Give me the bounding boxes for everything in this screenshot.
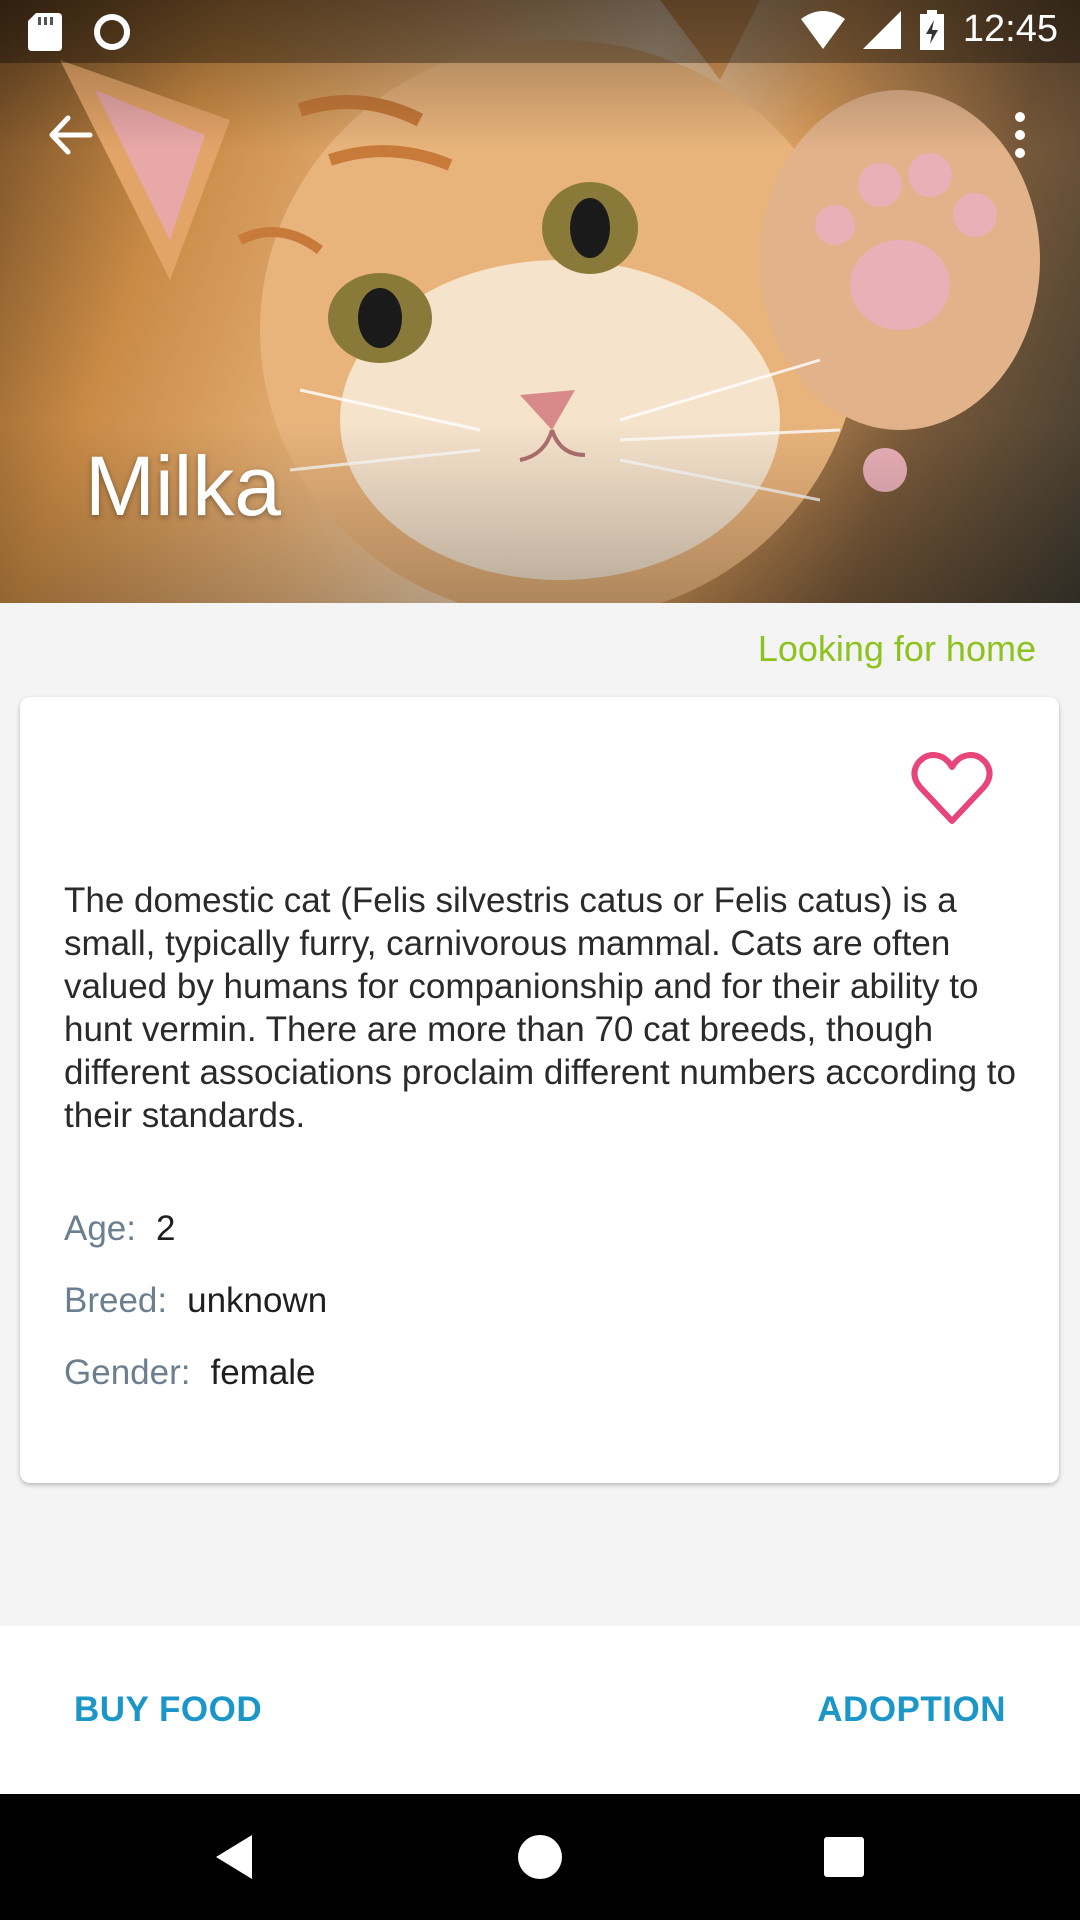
nav-home-icon[interactable] [510,1827,570,1887]
adoption-status-label: Looking for home [757,628,1036,669]
pet-description: The domestic cat (Felis silvestris catus… [64,881,1016,1135]
arrow-back-icon[interactable] [40,105,100,165]
pet-name-title: Milka [85,439,282,533]
sd-card-icon [28,13,62,51]
sync-icon [94,14,130,50]
navigation-bar [0,1794,1080,1920]
cat-photo-header: 12:45 Milka [0,0,1080,603]
detail-gender-value: female [210,1353,316,1392]
status-time: 12:45 [962,8,1058,50]
nav-back-icon[interactable] [206,1827,266,1887]
detail-breed: Breed: unknown [64,1281,327,1321]
wifi-icon [800,10,845,49]
detail-breed-label: Breed: [64,1281,168,1320]
detail-breed-value: unknown [187,1281,328,1320]
adoption-button[interactable]: ADOPTION [817,1690,1006,1730]
detail-age-label: Age: [64,1209,136,1248]
action-bar: BUY FOOD ADOPTION [0,1626,1080,1794]
detail-age-value: 2 [156,1209,176,1248]
signal-icon [862,10,901,49]
detail-age: Age: 2 [64,1209,175,1249]
buy-food-button[interactable]: BUY FOOD [74,1690,262,1730]
nav-recents-icon[interactable] [814,1827,874,1887]
battery-charging-icon [919,9,944,50]
status-bar: 12:45 [0,0,1080,63]
heart-outline-icon[interactable] [910,747,994,831]
detail-gender-label: Gender: [64,1353,191,1392]
more-vert-icon[interactable] [1000,105,1040,165]
detail-gender: Gender: female [64,1353,316,1393]
pet-details-card: The domestic cat (Felis silvestris catus… [20,697,1059,1483]
